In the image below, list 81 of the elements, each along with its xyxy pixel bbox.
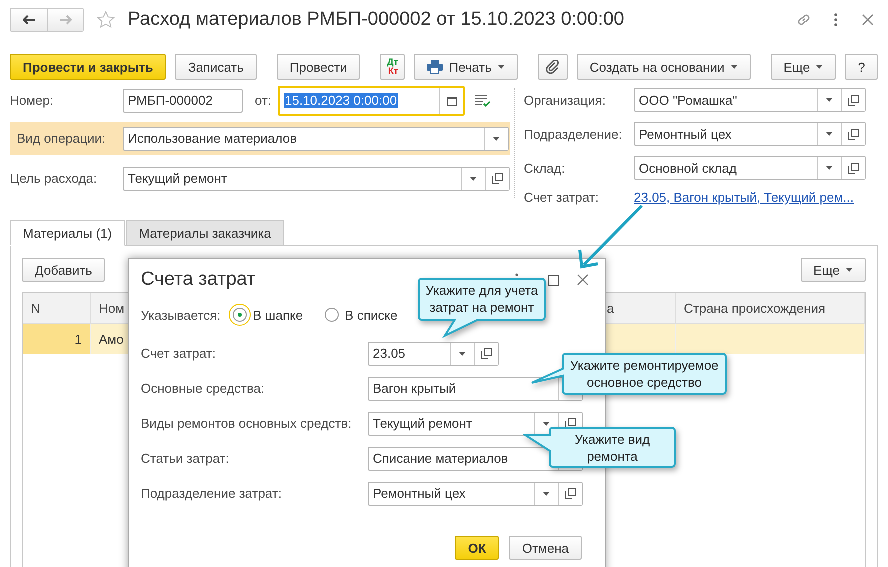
date-field[interactable]: 15.10.2023 0:00:00 bbox=[278, 86, 465, 116]
select-field[interactable]: Ремонтный цех bbox=[368, 482, 583, 506]
forward-arrow-icon bbox=[60, 15, 72, 25]
open-icon bbox=[848, 162, 859, 174]
calendar-icon bbox=[446, 96, 456, 106]
radio-option[interactable]: В шапке bbox=[231, 306, 306, 324]
caret-icon bbox=[493, 136, 500, 140]
open-button[interactable] bbox=[841, 157, 865, 179]
field-label: Подразделение: bbox=[524, 126, 624, 142]
caret-icon bbox=[459, 352, 466, 356]
column-header[interactable]: Страна происхождения bbox=[676, 293, 865, 324]
attach-button[interactable] bbox=[538, 54, 568, 80]
operation-type-field[interactable]: Использование материалов bbox=[123, 126, 509, 150]
table-cell: 1 bbox=[23, 324, 91, 354]
printer-icon bbox=[427, 60, 444, 74]
menu-button[interactable]: Создать на основании bbox=[576, 54, 751, 80]
select-field[interactable]: Основной склад bbox=[634, 156, 866, 180]
caret-icon bbox=[826, 132, 833, 136]
caret-icon bbox=[826, 98, 833, 102]
add-button[interactable]: Добавить bbox=[22, 258, 106, 282]
field-label: Указывается: bbox=[141, 308, 222, 322]
field-label: Счет затрат: bbox=[141, 346, 217, 361]
open-icon bbox=[848, 94, 859, 106]
select-field[interactable]: 23.05 bbox=[368, 342, 499, 366]
field-label: Счет затрат: bbox=[524, 190, 600, 205]
open-button[interactable] bbox=[558, 482, 582, 504]
menu-button[interactable]: Еще bbox=[770, 54, 836, 80]
open-button[interactable] bbox=[841, 123, 865, 145]
field-label: Организация: bbox=[524, 92, 608, 108]
open-button[interactable] bbox=[841, 89, 865, 111]
post-and-close-button[interactable]: Провести и закрыть bbox=[10, 54, 166, 80]
caret-icon bbox=[470, 176, 477, 180]
debit-credit-button[interactable]: Дт Кт bbox=[380, 54, 406, 80]
radio-option[interactable]: В списке bbox=[323, 306, 400, 324]
caret-icon bbox=[826, 166, 833, 170]
caret-icon bbox=[498, 65, 505, 69]
back-button[interactable] bbox=[11, 9, 47, 31]
number-field[interactable]: РМБП-000002 bbox=[123, 88, 243, 112]
select-field[interactable]: Текущий ремонт bbox=[368, 412, 583, 436]
star-icon[interactable] bbox=[96, 10, 116, 30]
print-button[interactable]: Печать bbox=[414, 54, 518, 80]
open-icon bbox=[492, 173, 503, 184]
window-title: Расход материалов РМБП-000002 от 15.10.2023 0:00:00 bbox=[128, 9, 626, 31]
back-arrow-icon bbox=[23, 15, 35, 25]
field-label: Виды ремонтов основных средств: bbox=[141, 416, 353, 431]
dropdown-button[interactable] bbox=[484, 128, 508, 150]
pointer-arrow bbox=[578, 204, 644, 269]
toolbar-button[interactable]: Провести bbox=[276, 54, 360, 80]
field-label: Подразделение затрат: bbox=[141, 486, 283, 501]
dialog-title: Счета затрат bbox=[141, 269, 256, 291]
caret-icon bbox=[846, 268, 853, 272]
field-label: Склад: bbox=[524, 160, 566, 176]
select-field[interactable]: Вагон крытый bbox=[368, 376, 583, 400]
open-icon bbox=[848, 128, 859, 140]
field-label: Вид операции: bbox=[17, 131, 107, 146]
toolbar-button[interactable]: ? bbox=[845, 54, 878, 80]
select-field[interactable]: Ремонтный цех bbox=[634, 122, 866, 146]
caret-icon bbox=[543, 492, 550, 496]
column-header[interactable]: N bbox=[23, 293, 91, 324]
purpose-field[interactable]: Текущий ремонт bbox=[123, 166, 510, 190]
open-icon bbox=[481, 348, 492, 359]
open-button[interactable] bbox=[474, 342, 498, 364]
select-field[interactable]: ООО "Ромашка" bbox=[634, 88, 866, 112]
open-icon bbox=[565, 488, 576, 499]
field-label: Номер: bbox=[10, 93, 55, 108]
tooltip-text: Укажите для учета затрат на ремонт bbox=[426, 282, 538, 316]
ok-button[interactable]: ОК bbox=[455, 536, 500, 560]
paperclip-icon bbox=[546, 60, 560, 74]
cancel-button[interactable]: Отмена bbox=[509, 536, 582, 560]
field-label: Основные средства: bbox=[141, 381, 266, 396]
more-button[interactable]: Еще bbox=[800, 258, 866, 282]
caret-icon bbox=[730, 65, 738, 69]
tab[interactable]: Материалы заказчика bbox=[126, 220, 284, 246]
field-label: Цель расхода: bbox=[10, 171, 98, 186]
open-button[interactable] bbox=[485, 168, 509, 190]
field-label: от: bbox=[255, 93, 273, 108]
tab[interactable]: Материалы (1) bbox=[10, 220, 126, 246]
field-label: Статьи затрат: bbox=[141, 451, 230, 466]
caret-icon bbox=[816, 65, 824, 69]
toolbar-button[interactable]: Записать bbox=[175, 54, 257, 80]
cost-account-link[interactable]: 23.05, Вагон крытый, Текущий рем... bbox=[634, 190, 854, 205]
